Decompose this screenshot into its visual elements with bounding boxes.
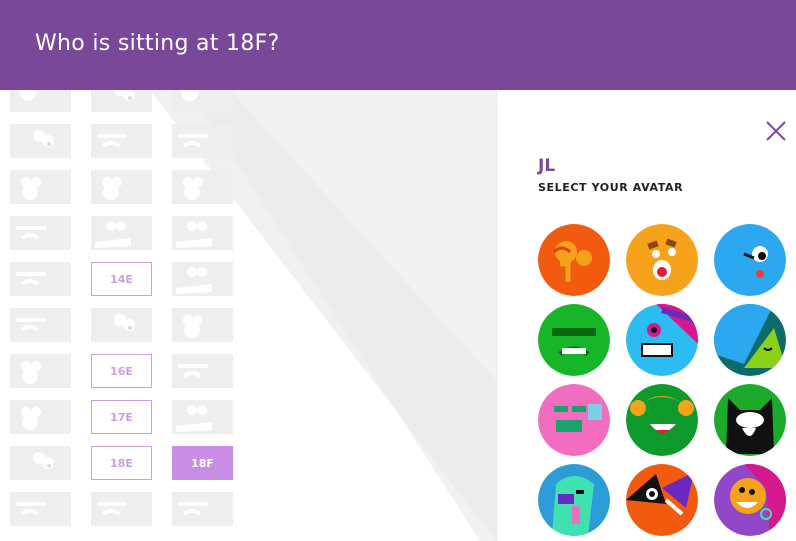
seat-occupied[interactable] (91, 124, 152, 158)
avatar-panel: JL SELECT YOUR AVATAR (496, 90, 796, 541)
avatar-icon (626, 464, 698, 536)
avatar-option-blue-wink[interactable] (714, 224, 786, 296)
seat-available[interactable]: 18E (91, 446, 152, 480)
seat-occupied[interactable] (172, 170, 233, 204)
seat-occupied[interactable] (10, 124, 71, 158)
avatar-option-green-grumpy[interactable] (538, 304, 610, 376)
occupant-face-icon (19, 90, 37, 101)
seat-occupied[interactable] (91, 492, 152, 526)
seat-label: 18F (191, 456, 214, 470)
seat-available[interactable]: 17E (91, 400, 152, 434)
seat-occupied[interactable] (172, 308, 233, 342)
seat-occupied[interactable] (91, 216, 152, 250)
seat-available[interactable]: 16E (91, 354, 152, 388)
seat-occupied[interactable] (10, 308, 71, 342)
occupant-face-icon (178, 502, 208, 516)
occupant-face-icon (21, 361, 41, 384)
occupant-face-icon (16, 502, 46, 516)
occupant-face-icon (183, 177, 203, 200)
avatar-icon (714, 304, 786, 376)
seat-occupied[interactable] (91, 170, 152, 204)
avatar-icon (538, 224, 610, 296)
avatar-icon (538, 304, 610, 376)
seat-occupied[interactable] (10, 354, 71, 388)
avatar-option-blue-teeth[interactable] (626, 304, 698, 376)
occupant-face-icon (114, 314, 135, 331)
avatar-icon (714, 464, 786, 536)
avatar-icon (626, 304, 698, 376)
seat-occupied[interactable] (172, 262, 233, 296)
seat-map[interactable]: 14E 16E 17E 18E 18F (0, 90, 496, 541)
occupant-face-icon (102, 177, 122, 200)
spotlight-beam (150, 90, 496, 541)
avatar-icon (714, 384, 786, 456)
avatar-icon (538, 384, 610, 456)
occupant-face-icon (16, 318, 46, 332)
seat-occupied[interactable] (10, 262, 71, 296)
avatar-option-mint-monster[interactable] (538, 464, 610, 536)
seat-occupied[interactable] (172, 216, 233, 250)
occupant-face-icon (16, 226, 46, 240)
seat-available[interactable]: 14E (91, 262, 152, 296)
select-avatar-heading: SELECT YOUR AVATAR (538, 181, 684, 194)
avatar-option-black-cat[interactable] (714, 384, 786, 456)
seat-occupied[interactable] (10, 492, 71, 526)
occupant-face-icon (33, 452, 54, 469)
avatar-option-purple-hair[interactable] (714, 464, 786, 536)
occupant-face-icon (21, 177, 41, 200)
header-bar: Who is sitting at 18F? (0, 0, 796, 90)
seat-label: 17E (110, 410, 133, 424)
occupant-face-icon (95, 221, 131, 248)
avatar-option-pink-mustache[interactable] (538, 384, 610, 456)
occupant-face-icon (97, 134, 127, 148)
seat-label: 18E (110, 456, 133, 470)
avatar-option-orange-fox[interactable] (626, 464, 698, 536)
avatar-option-orange-drooling[interactable] (538, 224, 610, 296)
seat-occupied[interactable] (10, 400, 71, 434)
avatar-icon (626, 224, 698, 296)
seat-occupied[interactable] (91, 308, 152, 342)
seat-occupied[interactable] (10, 446, 71, 480)
avatar-icon (626, 384, 698, 456)
seat-occupied[interactable] (10, 90, 71, 112)
occupant-face-icon (178, 364, 208, 378)
occupant-face-icon (114, 90, 135, 101)
avatar-icon (538, 464, 610, 536)
occupant-face-icon (97, 502, 127, 516)
avatar-option-yellow-tongue[interactable] (626, 224, 698, 296)
seat-occupied[interactable] (172, 492, 233, 526)
seat-occupied[interactable] (172, 90, 233, 112)
occupant-face-icon (181, 90, 199, 101)
occupant-face-icon (176, 267, 212, 294)
occupant-face-icon (176, 221, 212, 248)
occupant-face-icon (16, 272, 46, 286)
avatar-icon (714, 224, 786, 296)
occupant-face-icon (21, 407, 41, 430)
avatar-option-green-blonde[interactable] (626, 384, 698, 456)
occupant-face-icon (176, 405, 212, 432)
page-title: Who is sitting at 18F? (35, 31, 280, 56)
occupant-face-icon (178, 134, 208, 148)
seat-selected[interactable]: 18F (172, 446, 233, 480)
close-icon[interactable] (765, 120, 787, 142)
seat-label: 16E (110, 364, 133, 378)
seat-occupied[interactable] (172, 354, 233, 388)
occupant-face-icon (33, 130, 54, 147)
seat-occupied[interactable] (10, 216, 71, 250)
seat-label: 14E (110, 272, 133, 286)
seat-occupied[interactable] (172, 400, 233, 434)
user-initials: JL (538, 156, 556, 176)
avatar-option-teal-yellow-sleepy[interactable] (714, 304, 786, 376)
seat-occupied[interactable] (91, 90, 152, 112)
occupant-face-icon (183, 315, 203, 338)
seat-occupied[interactable] (172, 124, 233, 158)
seat-occupied[interactable] (10, 170, 71, 204)
